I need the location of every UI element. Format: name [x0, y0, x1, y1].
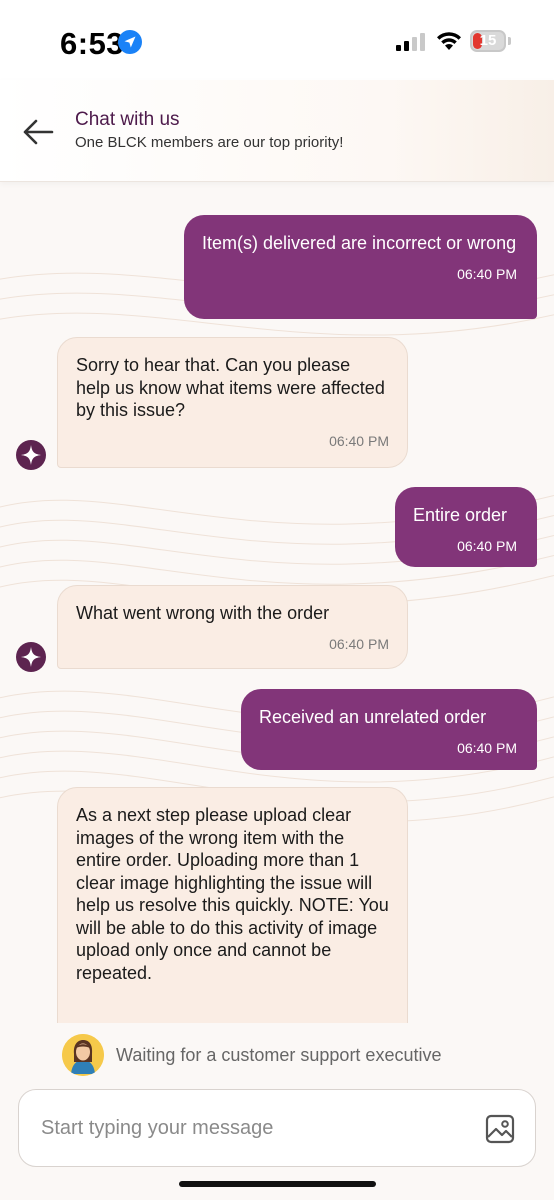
message-text: Item(s) delivered are incorrect or wrong	[202, 233, 517, 253]
chat-header: Chat with us One BLCK members are our to…	[0, 80, 554, 182]
message-input[interactable]	[41, 1112, 461, 1144]
support-agent-avatar	[62, 1034, 104, 1076]
message-text: As a next step please upload clear image…	[76, 805, 389, 983]
message-bubble-user: Item(s) delivered are incorrect or wrong…	[184, 215, 537, 319]
message-bubble-bot: As a next step please upload clear image…	[57, 787, 408, 1023]
sparkle-icon	[21, 647, 41, 667]
status-bar: 6:53 15	[0, 0, 554, 80]
home-indicator	[179, 1181, 376, 1187]
battery-level: 15	[479, 32, 497, 49]
image-icon[interactable]	[485, 1114, 515, 1144]
back-arrow-icon[interactable]	[22, 118, 54, 146]
status-time: 6:53	[60, 26, 125, 61]
wifi-icon	[437, 32, 461, 50]
bot-avatar	[16, 440, 46, 470]
page-title: Chat with us	[75, 109, 180, 130]
message-bubble-user: Entire order 06:40 PM	[395, 487, 537, 567]
bot-avatar	[16, 642, 46, 672]
message-bubble-bot: Sorry to hear that. Can you please help …	[57, 337, 408, 468]
chat-messages[interactable]: Item(s) delivered are incorrect or wrong…	[0, 183, 554, 1023]
message-bubble-bot: What went wrong with the order 06:40 PM	[57, 585, 408, 669]
message-bubble-user: Received an unrelated order 06:40 PM	[241, 689, 537, 770]
signal-icon	[396, 33, 425, 51]
message-time: 06:40 PM	[329, 635, 389, 652]
message-time: 06:40 PM	[457, 265, 517, 282]
message-text: Sorry to hear that. Can you please help …	[76, 355, 385, 420]
message-text: What went wrong with the order	[76, 603, 330, 623]
waiting-status: Waiting for a customer support executive	[0, 1023, 554, 1090]
message-composer[interactable]	[18, 1089, 536, 1167]
sparkle-icon	[21, 445, 41, 465]
location-arrow-icon	[118, 30, 142, 54]
battery-icon: 15	[470, 30, 506, 52]
message-time: 06:40 PM	[457, 739, 517, 756]
message-text: Received an unrelated order	[259, 707, 487, 727]
page-subtitle: One BLCK members are our top priority!	[75, 134, 344, 151]
message-time: 06:40 PM	[457, 537, 517, 554]
waiting-text: Waiting for a customer support executive	[116, 1045, 442, 1065]
message-time: 06:40 PM	[329, 432, 389, 449]
message-text: Entire order	[413, 505, 508, 525]
